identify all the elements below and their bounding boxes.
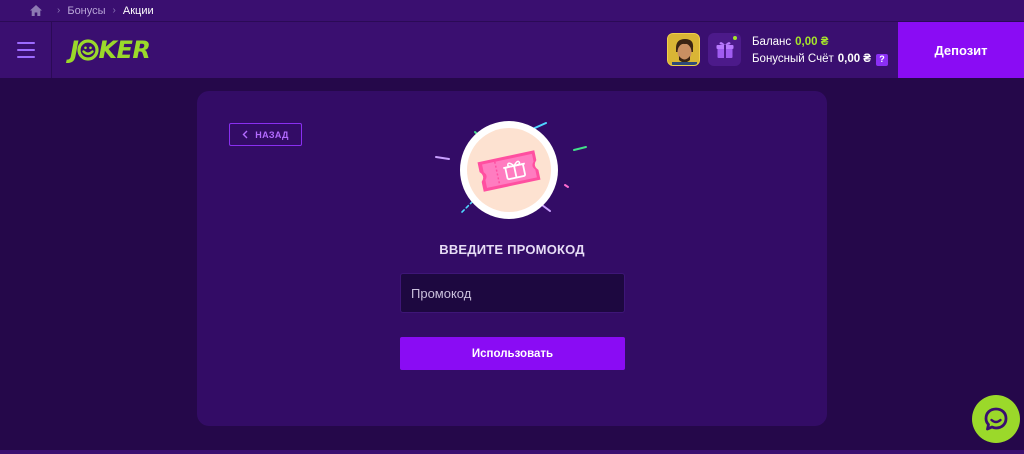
gift-button[interactable] bbox=[708, 33, 741, 66]
gift-icon bbox=[716, 41, 733, 58]
bonus-balance-label: Бонусный Счёт bbox=[752, 53, 834, 65]
joker-logo[interactable]: J KER bbox=[70, 36, 151, 64]
balance-label: Баланс bbox=[752, 36, 792, 48]
back-button[interactable]: НАЗАД bbox=[229, 123, 302, 146]
help-icon[interactable]: ? bbox=[875, 53, 888, 66]
breadcrumb-item-promotions[interactable]: Акции bbox=[123, 5, 154, 17]
breadcrumb-item-bonuses[interactable]: Бонусы bbox=[67, 5, 105, 17]
back-button-label: НАЗАД bbox=[255, 129, 289, 140]
coupon-gift-illustration bbox=[435, 121, 587, 219]
balance-panel: Баланс 0,00 ₴ Бонусный Счёт 0,00 ₴ ? bbox=[752, 34, 888, 68]
top-header: J KER Баланс 0,00 ₴ Бонусный Счёт 0,00 ₴… bbox=[0, 21, 1024, 78]
hamburger-menu-icon[interactable] bbox=[0, 22, 52, 78]
home-icon[interactable] bbox=[30, 5, 42, 16]
breadcrumb: › Бонусы › Акции bbox=[0, 0, 1024, 21]
promo-title: ВВЕДИТЕ ПРОМОКОД bbox=[439, 242, 585, 257]
footer-divider bbox=[0, 450, 1024, 454]
chat-button[interactable] bbox=[972, 395, 1020, 443]
promo-code-input[interactable] bbox=[400, 273, 625, 313]
balance-value: 0,00 ₴ bbox=[795, 36, 829, 48]
breadcrumb-separator: › bbox=[112, 5, 116, 16]
chevron-left-icon bbox=[242, 130, 248, 139]
avatar[interactable] bbox=[667, 33, 700, 66]
breadcrumb-separator: › bbox=[57, 5, 61, 16]
chat-bubble-icon bbox=[984, 407, 1008, 431]
notification-dot bbox=[733, 36, 737, 40]
use-promo-button[interactable]: Использовать bbox=[400, 337, 625, 370]
logo-smiley-icon bbox=[77, 39, 100, 61]
deposit-button[interactable]: Депозит bbox=[898, 22, 1024, 78]
bonus-balance-value: 0,00 ₴ bbox=[837, 53, 871, 65]
promo-code-card: НАЗАД ВВЕДИТЕ ПРОМОКОД Использовать bbox=[197, 91, 827, 426]
